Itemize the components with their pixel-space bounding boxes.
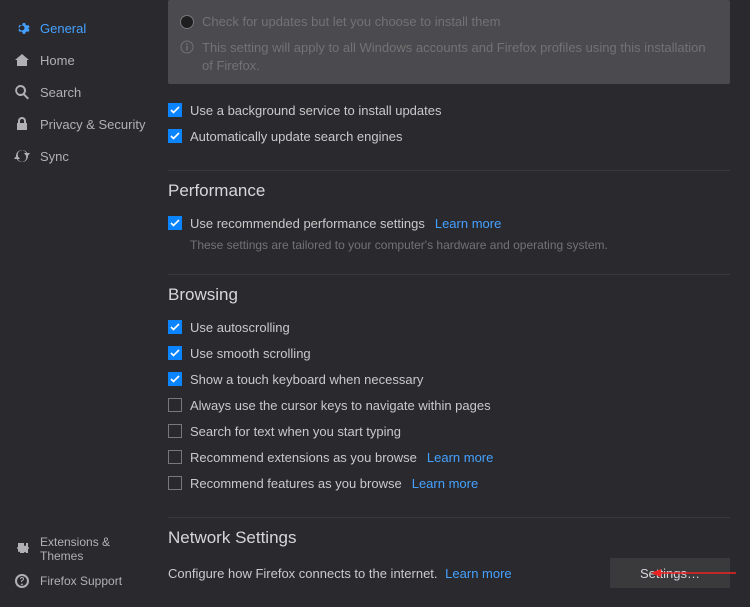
sidebar-label: Privacy & Security: [40, 117, 145, 132]
updates-info-card: Check for updates but let you choose to …: [168, 0, 730, 84]
performance-note: These settings are tailored to your comp…: [190, 238, 730, 252]
browsing-title: Browsing: [168, 285, 730, 305]
sidebar-label: Firefox Support: [40, 574, 122, 588]
checkbox-search-type[interactable]: [168, 424, 182, 438]
sidebar-item-home[interactable]: Home: [0, 44, 152, 76]
checkbox-touch[interactable]: [168, 372, 182, 386]
learn-more-link[interactable]: Learn more: [427, 450, 493, 465]
check-label: Recommend extensions as you browse: [190, 450, 417, 465]
updates-radio-option[interactable]: Check for updates but let you choose to …: [180, 2, 718, 37]
help-icon: [14, 573, 30, 589]
check-label: Search for text when you start typing: [190, 424, 401, 439]
checkbox-rec-ext[interactable]: [168, 450, 182, 464]
check-label: Use autoscrolling: [190, 320, 290, 335]
checkbox-rec-feat[interactable]: [168, 476, 182, 490]
check-label: Use recommended performance settings: [190, 216, 425, 231]
sync-icon: [14, 148, 30, 164]
checkbox-cursor-keys[interactable]: [168, 398, 182, 412]
learn-more-link[interactable]: Learn more: [445, 566, 511, 581]
checkbox-smooth[interactable]: [168, 346, 182, 360]
sidebar-item-extensions[interactable]: Extensions & Themes: [0, 533, 152, 565]
sidebar-label: Home: [40, 53, 75, 68]
search-icon: [14, 84, 30, 100]
sidebar-item-general[interactable]: General: [0, 12, 152, 44]
check-label: Use a background service to install upda…: [190, 103, 441, 118]
puzzle-icon: [14, 541, 30, 557]
check-label: Always use the cursor keys to navigate w…: [190, 398, 491, 413]
checkbox-autoscroll[interactable]: [168, 320, 182, 334]
check-label: Use smooth scrolling: [190, 346, 311, 361]
radio-icon: [180, 15, 194, 29]
network-desc: Configure how Firefox connects to the in…: [168, 566, 512, 581]
sidebar-label: Search: [40, 85, 81, 100]
checkbox-auto-search[interactable]: [168, 129, 182, 143]
learn-more-link[interactable]: Learn more: [435, 216, 501, 231]
network-title: Network Settings: [168, 528, 730, 548]
sidebar-item-privacy[interactable]: Privacy & Security: [0, 108, 152, 140]
sidebar-item-support[interactable]: Firefox Support: [0, 565, 152, 597]
performance-title: Performance: [168, 181, 730, 201]
sidebar-label: Extensions & Themes: [40, 535, 152, 563]
radio-label: Check for updates but let you choose to …: [202, 14, 500, 29]
info-icon: [180, 40, 194, 54]
checkbox-recommended[interactable]: [168, 216, 182, 230]
sidebar-label: Sync: [40, 149, 69, 164]
check-label: Recommend features as you browse: [190, 476, 402, 491]
learn-more-link[interactable]: Learn more: [412, 476, 478, 491]
sidebar-item-sync[interactable]: Sync: [0, 140, 152, 172]
sidebar-item-search[interactable]: Search: [0, 76, 152, 108]
sidebar-label: General: [40, 21, 86, 36]
lock-icon: [14, 116, 30, 132]
home-icon: [14, 52, 30, 68]
settings-button[interactable]: Settings…: [610, 558, 730, 588]
checkbox-bg-service[interactable]: [168, 103, 182, 117]
gear-icon: [14, 20, 30, 36]
updates-note: This setting will apply to all Windows a…: [202, 39, 718, 74]
check-label: Show a touch keyboard when necessary: [190, 372, 423, 387]
check-label: Automatically update search engines: [190, 129, 402, 144]
